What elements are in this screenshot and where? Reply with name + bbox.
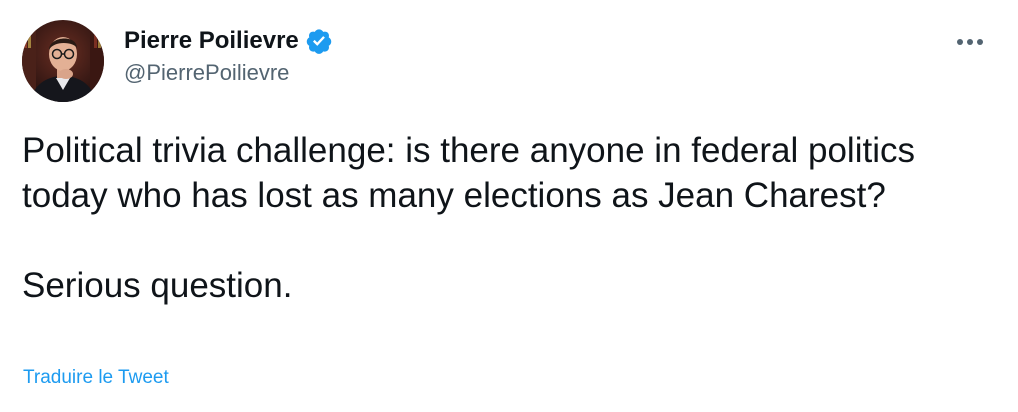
tweet-paragraph: Serious question. <box>22 266 293 305</box>
author-avatar[interactable] <box>22 20 104 102</box>
author-info: Pierre Poilievre @PierrePoilievre <box>124 26 333 87</box>
author-display-name[interactable]: Pierre Poilievre <box>124 26 299 56</box>
tweet-body: Political trivia challenge: is there any… <box>22 128 992 308</box>
tweet-paragraph: Political trivia challenge: is there any… <box>22 131 925 215</box>
translate-tweet-link[interactable]: Traduire le Tweet <box>23 366 169 390</box>
more-options-button[interactable] <box>952 28 988 56</box>
avatar-photo <box>22 20 104 102</box>
more-horizontal-icon <box>957 39 983 45</box>
author-name-row[interactable]: Pierre Poilievre <box>124 26 333 56</box>
verified-badge-icon <box>305 27 333 55</box>
tweet-card: Pierre Poilievre @PierrePoilievre Politi… <box>0 0 1018 412</box>
author-handle[interactable]: @PierrePoilievre <box>124 59 333 87</box>
